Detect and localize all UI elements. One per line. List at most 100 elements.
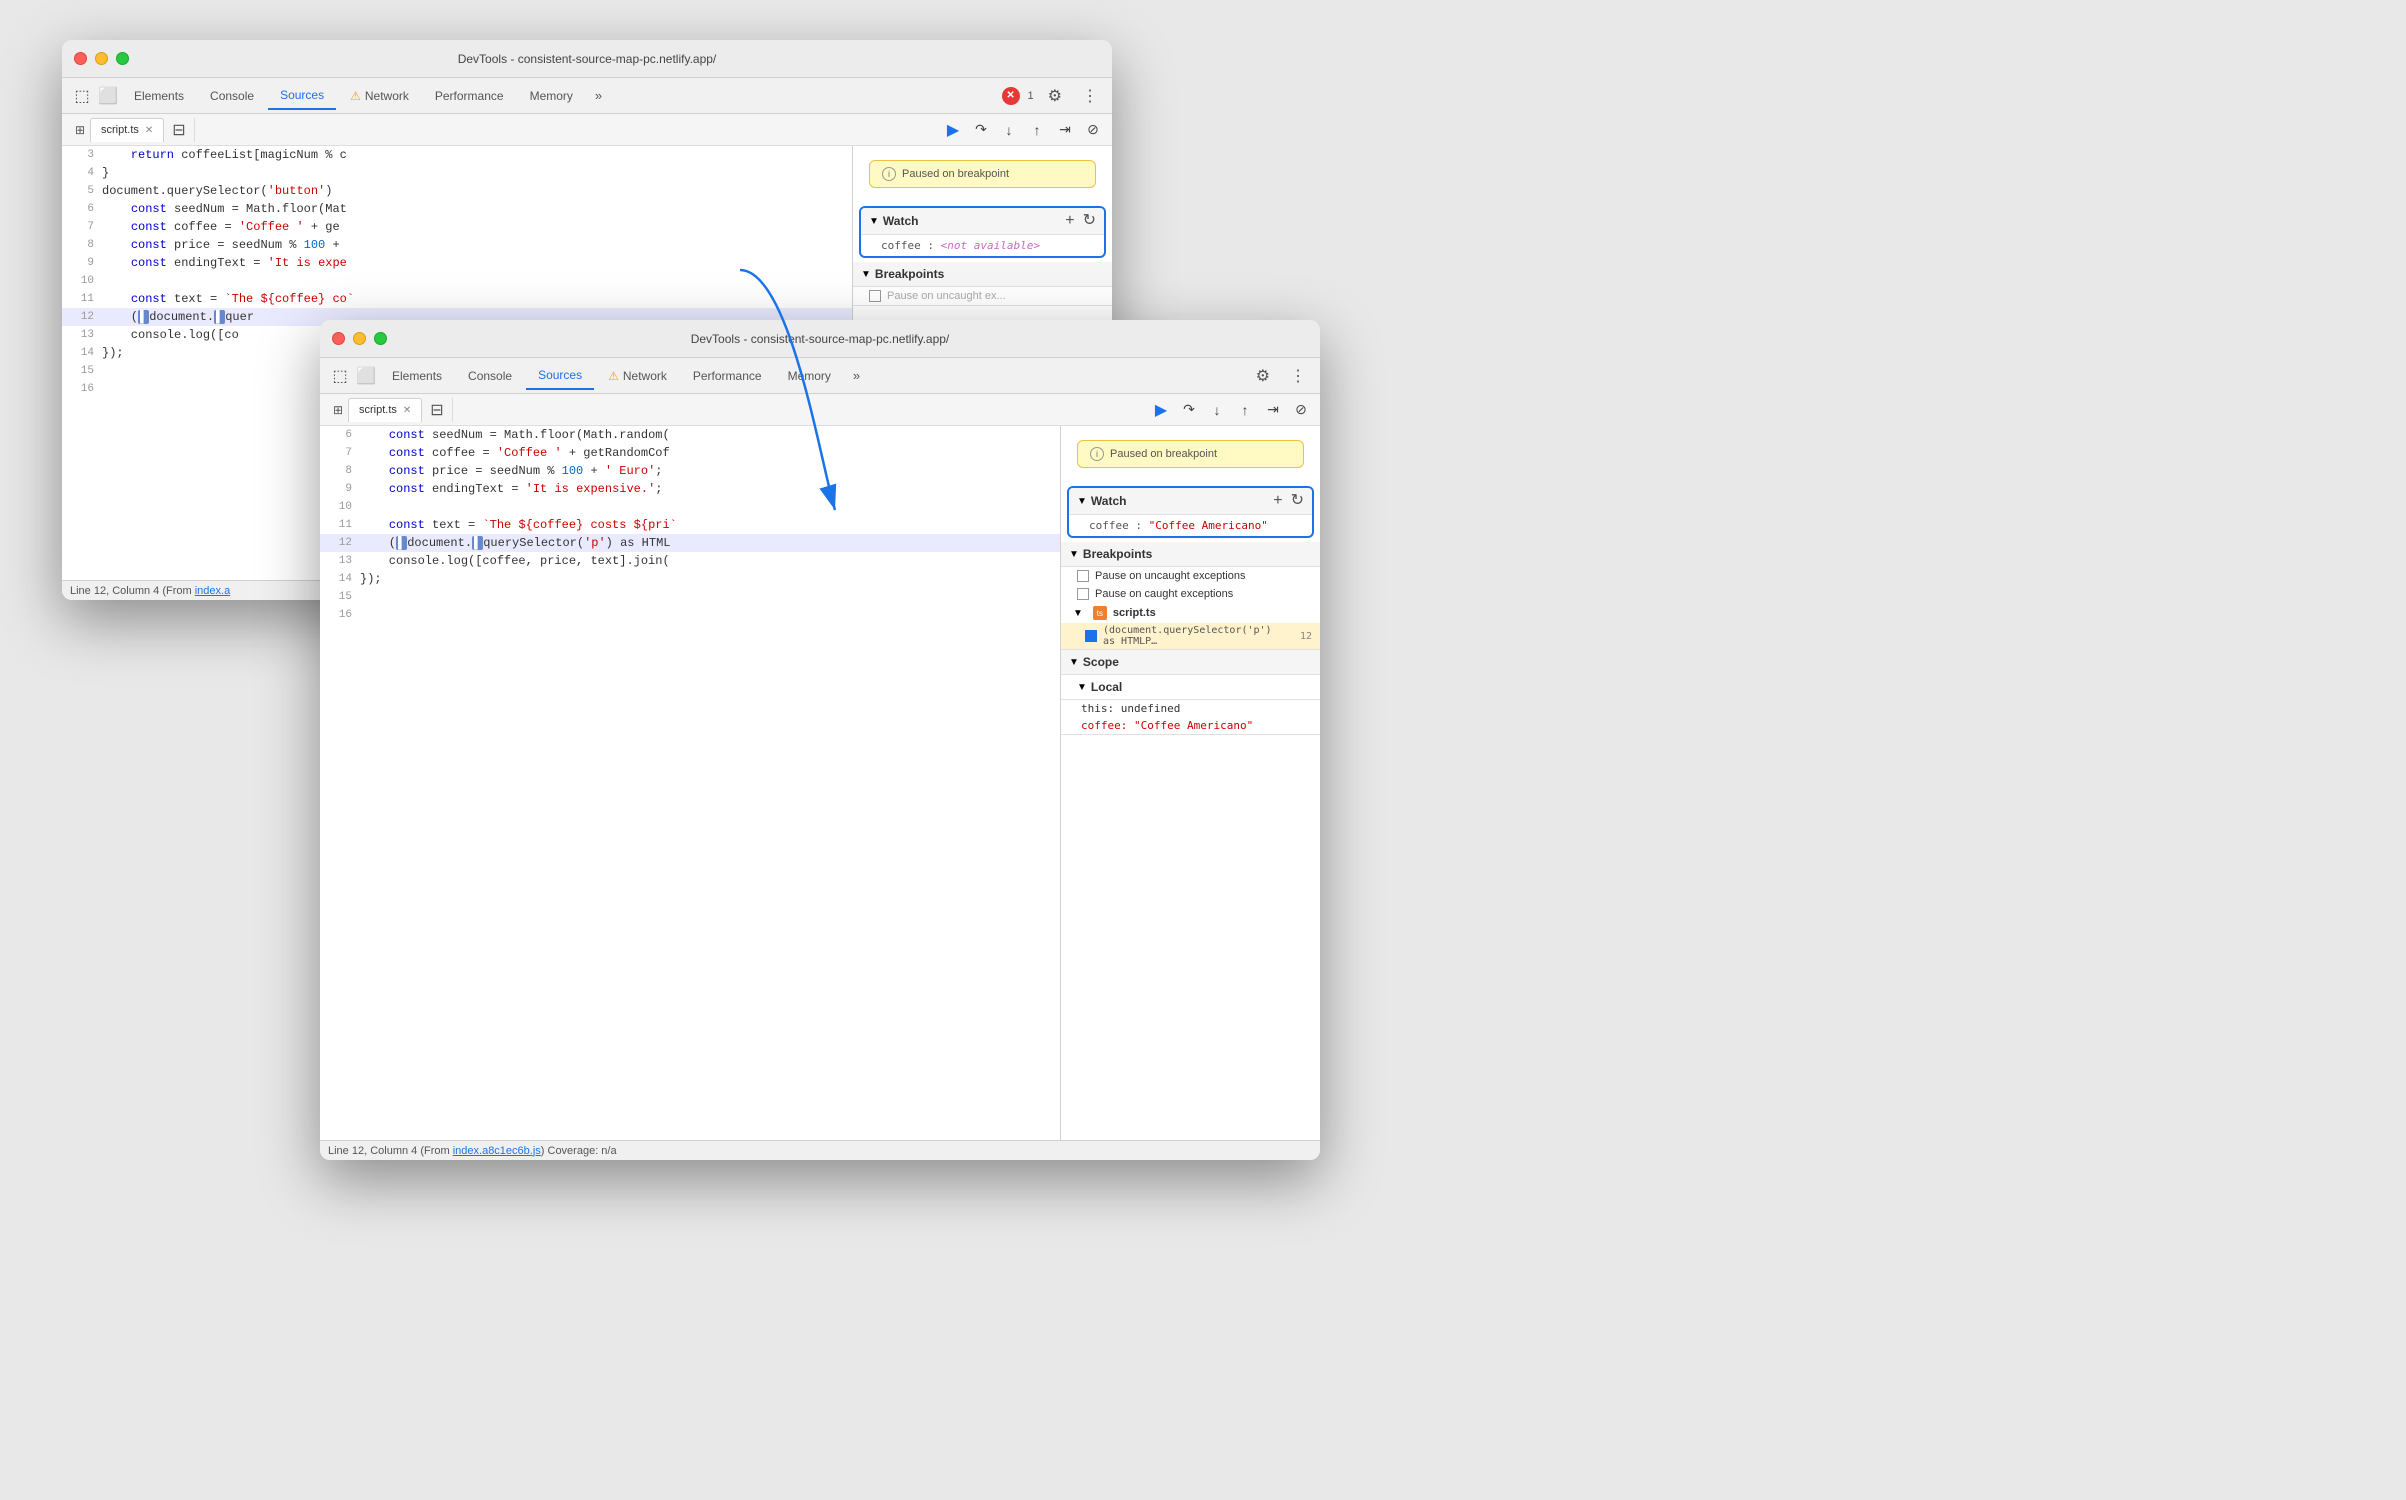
code-line2-7: 7 const coffee = 'Coffee ' + getRandomCo… [320, 444, 1060, 462]
breakpoints-section-1: ▼ Breakpoints Pause on uncaught ex... [853, 262, 1112, 306]
tab-elements-2[interactable]: Elements [380, 363, 454, 389]
watch-section-header-1[interactable]: ▼ Watch + ↻ [861, 208, 1104, 235]
index-link-2[interactable]: index.a8c1ec6b.js [453, 1145, 541, 1157]
code-line2-12-active: 12 (▌document.▌querySelector('p') as HTM… [320, 534, 1060, 552]
scope-header-2[interactable]: ▼ Scope [1061, 650, 1320, 675]
breakpoints-section-2: ▼ Breakpoints Pause on uncaught exceptio… [1061, 542, 1320, 650]
file-name-2: script.ts [359, 404, 397, 416]
step-into-btn-1[interactable]: ↓ [998, 119, 1020, 141]
bp-line-num-2: 12 [1294, 631, 1312, 642]
code-line-5: 5 document.querySelector('button') [62, 182, 852, 200]
watch-section-header-2[interactable]: ▼ Watch + ↻ [1069, 488, 1312, 515]
file-tab-1[interactable]: script.ts ✕ [90, 118, 164, 142]
minimize-button-2[interactable] [353, 332, 366, 345]
paused-banner-container-2: i Paused on breakpoint [1061, 426, 1320, 482]
code-line2-8: 8 const price = seedNum % 100 + ' Euro'; [320, 462, 1060, 480]
window-title-2: DevTools - consistent-source-map-pc.netl… [691, 332, 950, 346]
breakpoints-header-2[interactable]: ▼ Breakpoints [1061, 542, 1320, 567]
tab-performance-2[interactable]: Performance [681, 363, 774, 389]
tab-memory-2[interactable]: Memory [776, 363, 843, 389]
window-title-1: DevTools - consistent-source-map-pc.netl… [458, 52, 717, 66]
more-icon-2[interactable]: ⋮ [1284, 362, 1312, 390]
code-line-9: 9 const endingText = 'It is expe [62, 254, 852, 272]
more-tabs-icon-2[interactable]: » [845, 364, 868, 387]
step-out-btn-1[interactable]: ↑ [1026, 119, 1048, 141]
step-out-btn-2[interactable]: ↑ [1234, 399, 1256, 421]
bp-line-checkbox-2[interactable] [1085, 630, 1097, 642]
watch-chevron-2: ▼ [1077, 496, 1087, 507]
traffic-lights-2[interactable] [332, 332, 387, 345]
file-close-2[interactable]: ✕ [403, 405, 411, 416]
watch-key-2: coffee [1089, 519, 1129, 532]
code-line-8: 8 const price = seedNum % 100 + [62, 236, 852, 254]
add-watch-btn-2[interactable]: + [1273, 493, 1282, 509]
tab-sources-2[interactable]: Sources [526, 362, 594, 390]
titlebar-1: DevTools - consistent-source-map-pc.netl… [62, 40, 1112, 78]
paused-banner-1: i Paused on breakpoint [869, 160, 1096, 188]
devtools-body-2: ⊞ script.ts ✕ ⊟ ▶ ↷ ↓ ↑ ⇥ ⊘ 6 [320, 394, 1320, 1160]
refresh-watch-btn-1[interactable]: ↻ [1083, 213, 1096, 229]
bp-filename-2: script.ts [1113, 607, 1156, 619]
resume-btn-1[interactable]: ▶ [942, 119, 964, 141]
step-over-btn-1[interactable]: ↷ [970, 119, 992, 141]
sidebar-toggle-1[interactable]: ⊞ [70, 120, 90, 140]
expand-panel-icon-2[interactable]: ⊟ [430, 400, 443, 420]
settings-icon-2[interactable]: ⚙ [1250, 362, 1276, 390]
index-link-1[interactable]: index.a [195, 585, 230, 597]
maximize-button-1[interactable] [116, 52, 129, 65]
step-into-btn-2[interactable]: ↓ [1206, 399, 1228, 421]
breakpoints-chevron-2: ▼ [1069, 549, 1079, 560]
tab-network-1[interactable]: ⚠ Network [338, 83, 421, 109]
sidebar-toggle-2[interactable]: ⊞ [328, 400, 348, 420]
tab-memory-1[interactable]: Memory [518, 83, 585, 109]
watch-value-1: <not available> [941, 239, 1040, 252]
pause-caught-checkbox-2[interactable] [1077, 588, 1089, 600]
inspect-icon-1[interactable]: ⬚ [70, 84, 94, 108]
tab-sources-1[interactable]: Sources [268, 82, 336, 110]
watch-title-2: Watch [1091, 494, 1273, 508]
inspect-icon-2[interactable]: ⬚ [328, 364, 352, 388]
close-button-2[interactable] [332, 332, 345, 345]
deactivate-btn-2[interactable]: ⊘ [1290, 399, 1312, 421]
device-icon-1[interactable]: ⬜ [96, 84, 120, 108]
step-btn-1[interactable]: ⇥ [1054, 119, 1076, 141]
code-line-6: 6 const seedNum = Math.floor(Mat [62, 200, 852, 218]
tab-performance-1[interactable]: Performance [423, 83, 516, 109]
device-icon-2[interactable]: ⬜ [354, 364, 378, 388]
maximize-button-2[interactable] [374, 332, 387, 345]
bp-line-item-2: (document.querySelector('p') as HTMLP… 1… [1061, 623, 1320, 649]
tab-console-1[interactable]: Console [198, 83, 266, 109]
file-close-1[interactable]: ✕ [145, 125, 153, 136]
resume-btn-2[interactable]: ▶ [1150, 399, 1172, 421]
bp-line-content-2: (document.querySelector('p') as HTMLP… [1103, 625, 1288, 647]
scope-title-2: Scope [1083, 655, 1312, 669]
pause-uncaught-checkbox-1[interactable] [869, 290, 881, 302]
more-icon-1[interactable]: ⋮ [1076, 82, 1104, 110]
tab-elements-1[interactable]: Elements [122, 83, 196, 109]
code-line2-11: 11 const text = `The ${coffee} costs ${p… [320, 516, 1060, 534]
more-tabs-icon-1[interactable]: » [587, 84, 610, 107]
deactivate-btn-1[interactable]: ⊘ [1082, 119, 1104, 141]
local-header-2[interactable]: ▼ Local [1061, 675, 1320, 700]
file-tab-2[interactable]: script.ts ✕ [348, 398, 422, 422]
watch-chevron-1: ▼ [869, 216, 879, 227]
refresh-watch-btn-2[interactable]: ↻ [1291, 493, 1304, 509]
devtools-window-2: DevTools - consistent-source-map-pc.netl… [320, 320, 1320, 1160]
traffic-lights-1[interactable] [74, 52, 129, 65]
step-btn-2[interactable]: ⇥ [1262, 399, 1284, 421]
breakpoints-header-1[interactable]: ▼ Breakpoints [853, 262, 1112, 287]
settings-icon-1[interactable]: ⚙ [1042, 82, 1068, 110]
pause-uncaught-checkbox-2[interactable] [1077, 570, 1089, 582]
debug-toolbar-1: ⊞ script.ts ✕ ⊟ ▶ ↷ ↓ ↑ ⇥ ⊘ [62, 114, 1112, 146]
expand-panel-icon-1[interactable]: ⊟ [172, 120, 185, 140]
code-line-10: 10 [62, 272, 852, 290]
watch-actions-1: + ↻ [1065, 213, 1096, 229]
minimize-button-1[interactable] [95, 52, 108, 65]
tab-console-2[interactable]: Console [456, 363, 524, 389]
add-watch-btn-1[interactable]: + [1065, 213, 1074, 229]
watch-value-2: "Coffee Americano" [1149, 519, 1268, 532]
close-button-1[interactable] [74, 52, 87, 65]
watch-entry-1: coffee : <not available> [861, 235, 1104, 256]
step-over-btn-2[interactable]: ↷ [1178, 399, 1200, 421]
tab-network-2[interactable]: ⚠ Network [596, 363, 679, 389]
